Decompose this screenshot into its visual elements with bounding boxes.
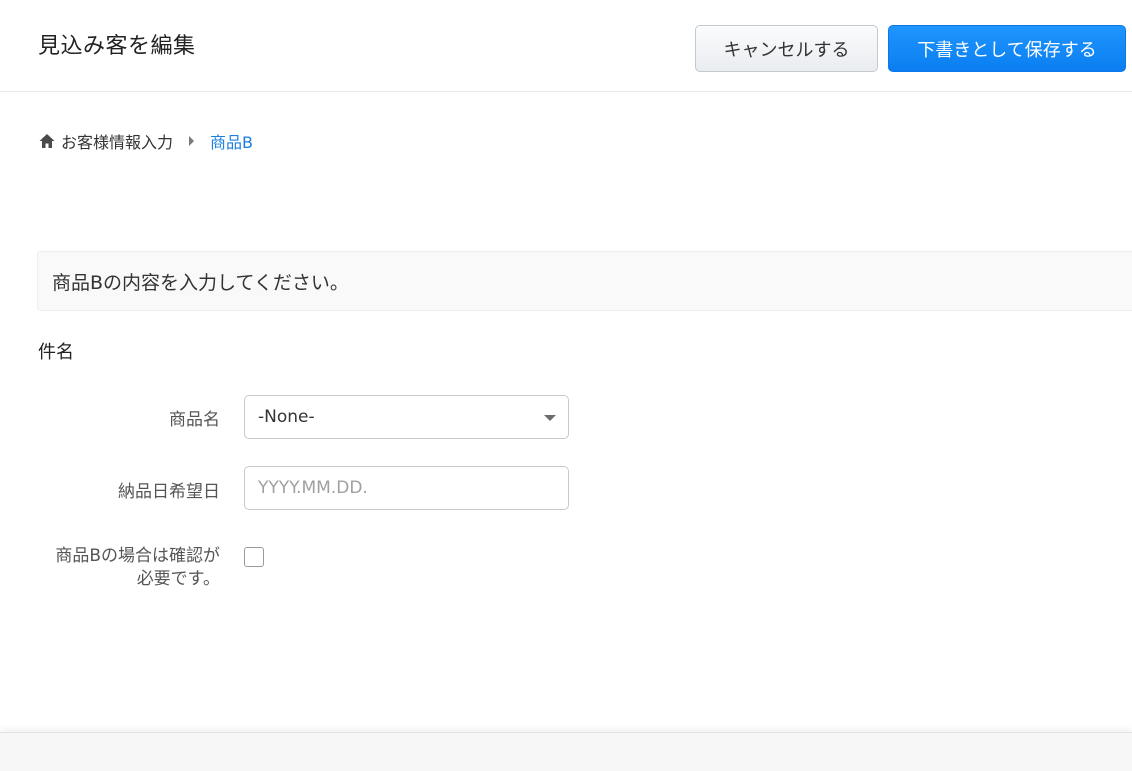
caret-right-icon bbox=[189, 136, 195, 146]
footer-bar bbox=[0, 732, 1132, 771]
home-icon[interactable] bbox=[38, 132, 56, 150]
breadcrumb-home-link[interactable]: お客様情報入力 bbox=[61, 129, 173, 153]
cancel-button[interactable]: キャンセルする bbox=[695, 25, 878, 72]
page-header: 見込み客を編集 キャンセルする 下書きとして保存する bbox=[0, 0, 1132, 92]
caret-down-icon bbox=[544, 415, 556, 421]
product-name-select[interactable]: -None- bbox=[244, 395, 569, 439]
section-title: 件名 bbox=[38, 342, 74, 363]
confirm-label: 商品Bの場合は確認が 必要です。 bbox=[55, 545, 220, 591]
delivery-date-label: 納品日希望日 bbox=[118, 482, 220, 502]
breadcrumb-current: 商品B bbox=[210, 133, 253, 152]
delivery-date-input[interactable] bbox=[244, 466, 569, 510]
info-message: 商品Bの内容を入力してください。 bbox=[37, 251, 1132, 311]
save-draft-button[interactable]: 下書きとして保存する bbox=[888, 25, 1126, 72]
product-name-label: 商品名 bbox=[169, 410, 220, 430]
product-name-value: -None- bbox=[258, 407, 315, 427]
confirm-label-line2: 必要です。 bbox=[136, 569, 220, 589]
page-title: 見込み客を編集 bbox=[38, 34, 196, 59]
confirm-label-line1: 商品Bの場合は確認が bbox=[55, 546, 220, 566]
confirm-checkbox[interactable] bbox=[244, 547, 264, 567]
breadcrumb: お客様情報入力 商品B bbox=[38, 128, 253, 154]
